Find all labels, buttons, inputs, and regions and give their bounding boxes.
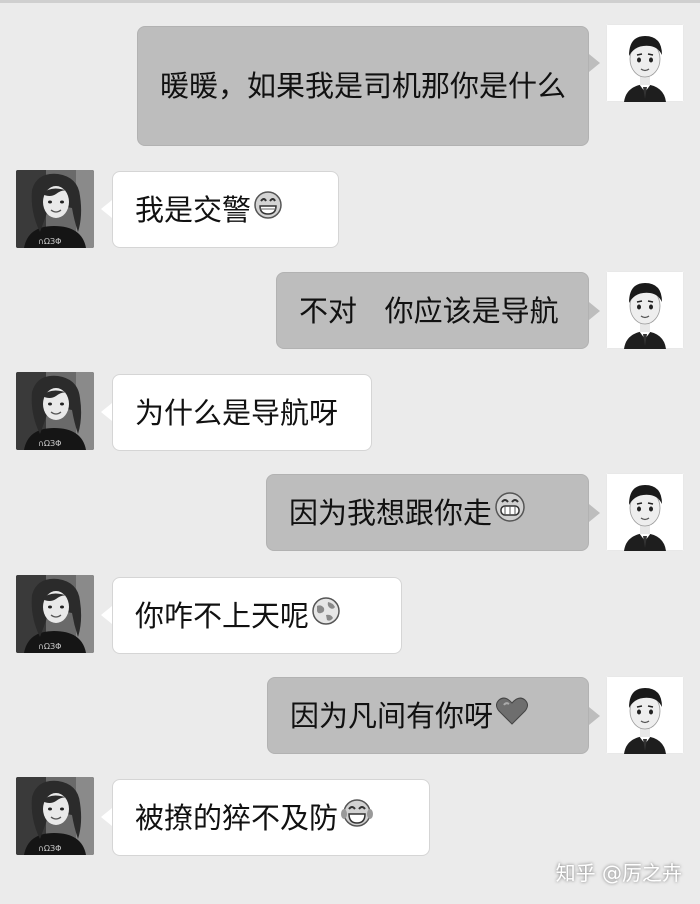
chat-bubble-outgoing[interactable]: 因为凡间有你呀 bbox=[267, 677, 589, 754]
bubble-tail bbox=[101, 403, 112, 421]
chat-bubble-outgoing[interactable]: 暖暖，如果我是司机那你是什么 bbox=[137, 26, 589, 146]
tears-of-joy-emoji bbox=[340, 795, 374, 841]
svg-text:∩ΩЗΦ: ∩ΩЗΦ bbox=[38, 844, 61, 853]
boy-avatar-icon bbox=[606, 676, 684, 754]
bubble-tail bbox=[589, 504, 600, 522]
my-avatar[interactable] bbox=[606, 473, 684, 551]
grin-teeth-emoji bbox=[494, 490, 526, 536]
heart-emoji bbox=[495, 693, 529, 739]
my-avatar[interactable] bbox=[606, 676, 684, 754]
girl-avatar-icon: ∩ΩЗΦ bbox=[16, 372, 94, 450]
message-text: 我是交警 bbox=[135, 192, 252, 227]
chat-bubble-incoming[interactable]: 我是交警 bbox=[112, 171, 339, 248]
bubble-tail bbox=[589, 54, 600, 72]
svg-text:∩ΩЗΦ: ∩ΩЗΦ bbox=[38, 237, 61, 246]
contact-avatar[interactable]: ∩ΩЗΦ bbox=[16, 777, 94, 855]
contact-avatar[interactable]: ∩ΩЗΦ bbox=[16, 372, 94, 450]
contact-avatar[interactable]: ∩ΩЗΦ bbox=[16, 575, 94, 653]
message-text: 为什么是导航呀 bbox=[135, 395, 339, 430]
message-text: 不对 你应该是导航 bbox=[299, 293, 559, 328]
svg-text:∩ΩЗΦ: ∩ΩЗΦ bbox=[38, 642, 61, 651]
boy-avatar-icon bbox=[606, 473, 684, 551]
girl-avatar-icon: ∩ΩЗΦ bbox=[16, 170, 94, 248]
chat-bubble-outgoing[interactable]: 不对 你应该是导航 bbox=[276, 272, 589, 349]
girl-avatar-icon: ∩ΩЗΦ bbox=[16, 777, 94, 855]
boy-avatar-icon bbox=[606, 24, 684, 102]
message-text: 你咋不上天呢 bbox=[135, 598, 310, 633]
svg-text:∩ΩЗΦ: ∩ΩЗΦ bbox=[38, 439, 61, 448]
chat-bubble-outgoing[interactable]: 因为我想跟你走 bbox=[266, 474, 589, 551]
message-text: 因为凡间有你呀 bbox=[290, 698, 494, 733]
globe-emoji bbox=[311, 593, 341, 639]
top-divider bbox=[0, 0, 700, 3]
bubble-tail bbox=[101, 808, 112, 826]
bubble-tail bbox=[589, 302, 600, 320]
message-text: 被撩的猝不及防 bbox=[135, 800, 339, 835]
message-text: 暖暖，如果我是司机那你是什么 bbox=[160, 69, 567, 103]
my-avatar[interactable] bbox=[606, 24, 684, 102]
zhihu-watermark: 知乎 @厉之卉 bbox=[555, 861, 682, 885]
grin-emoji bbox=[253, 187, 283, 233]
bubble-tail bbox=[589, 707, 600, 725]
bubble-tail bbox=[101, 606, 112, 624]
my-avatar[interactable] bbox=[606, 271, 684, 349]
chat-bubble-incoming[interactable]: 你咋不上天呢 bbox=[112, 577, 402, 654]
girl-avatar-icon: ∩ΩЗΦ bbox=[16, 575, 94, 653]
message-text: 因为我想跟你走 bbox=[289, 495, 493, 530]
boy-avatar-icon bbox=[606, 271, 684, 349]
contact-avatar[interactable]: ∩ΩЗΦ bbox=[16, 170, 94, 248]
bubble-tail bbox=[101, 200, 112, 218]
chat-bubble-incoming[interactable]: 被撩的猝不及防 bbox=[112, 779, 430, 856]
chat-bubble-incoming[interactable]: 为什么是导航呀 bbox=[112, 374, 372, 451]
